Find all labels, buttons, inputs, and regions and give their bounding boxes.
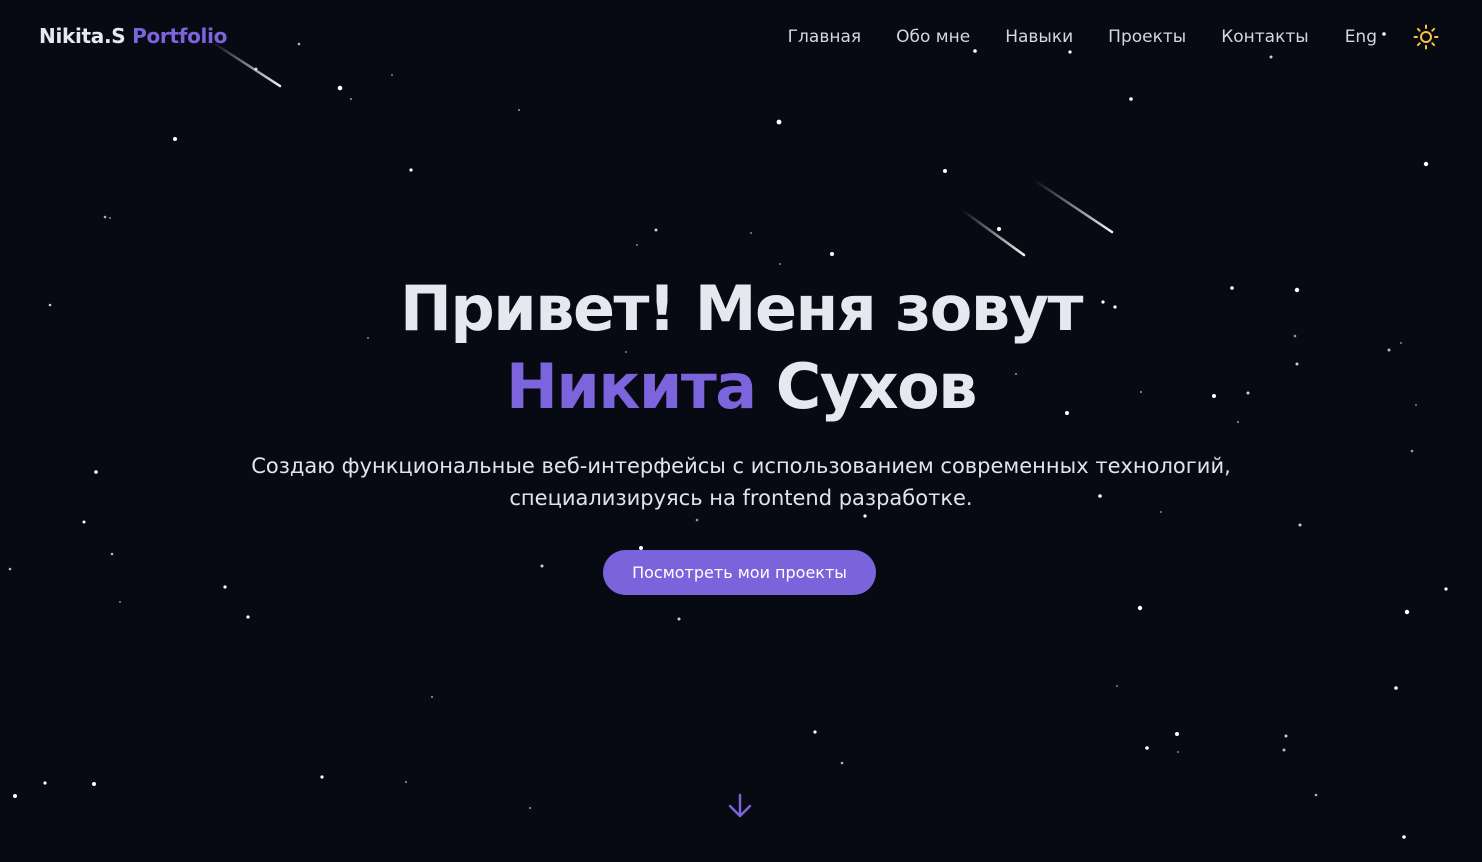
theme-toggle-button[interactable] — [1413, 24, 1439, 50]
nav-link-about[interactable]: Обо мне — [896, 25, 970, 49]
hero-last-name: Сухов — [775, 350, 978, 423]
logo-accent: Portfolio — [132, 24, 228, 48]
view-projects-button[interactable]: Посмотреть мои проекты — [603, 550, 876, 595]
nav-link-skills[interactable]: Навыки — [1005, 25, 1073, 49]
cta-container: Посмотреть мои проекты — [603, 550, 876, 595]
nav-link-contacts[interactable]: Контакты — [1221, 25, 1309, 49]
scroll-down-button[interactable] — [726, 792, 754, 820]
hero-first-name: Никита — [506, 350, 757, 423]
hero-subtitle: Создаю функциональные веб-интерфейсы с и… — [0, 450, 1482, 514]
nav-menu: Главная Обо мне Навыки Проекты Контакты … — [788, 24, 1439, 50]
top-navigation: Nikita.S Portfolio Главная Обо мне Навык… — [0, 0, 1482, 74]
site-logo[interactable]: Nikita.S Portfolio — [39, 24, 227, 48]
sun-icon — [1413, 24, 1439, 50]
nav-link-projects[interactable]: Проекты — [1108, 25, 1186, 49]
hero-title-greeting: Привет! Меня зовут — [400, 272, 1083, 345]
hero-title: Привет! Меня зовут Никита Сухов — [0, 270, 1482, 426]
hero-subtitle-line2: специализируясь на frontend разработке. — [509, 486, 973, 510]
hero-subtitle-line1: Создаю функциональные веб-интерфейсы с и… — [251, 454, 1231, 478]
logo-name: Nikita.S — [39, 24, 126, 48]
arrow-down-icon — [728, 793, 752, 818]
language-switch[interactable]: Eng — [1345, 25, 1377, 49]
hero-section: Привет! Меня зовут Никита Сухов Создаю ф… — [0, 270, 1482, 514]
shooting-star — [1032, 178, 1114, 234]
shooting-star — [960, 208, 1026, 257]
nav-link-home[interactable]: Главная — [788, 25, 861, 49]
